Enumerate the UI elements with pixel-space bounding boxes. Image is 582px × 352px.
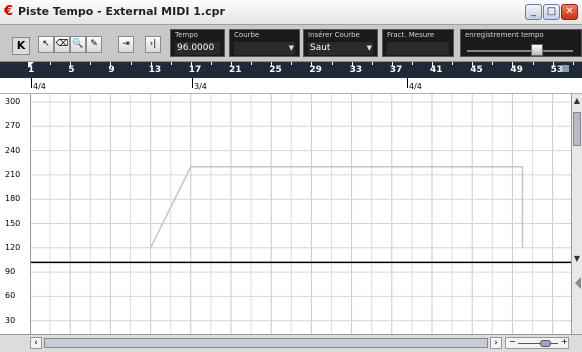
scroll-right-icon[interactable]: › <box>490 337 502 349</box>
tempo-label: Tempo <box>175 31 198 39</box>
inserer-courbe-value: Saut <box>308 42 373 55</box>
tempo-axis-label: 300 <box>5 97 21 106</box>
time-signature[interactable]: 3/4 <box>194 82 207 91</box>
tempo-field[interactable]: Tempo 96.0000 <box>170 29 225 57</box>
courbe-label: Courbe <box>234 31 260 39</box>
fract-mesure-label: Fract. Mesure <box>387 31 435 39</box>
vertical-scroll-thumb[interactable] <box>573 112 581 146</box>
ruler-bar-label: 33 <box>349 65 363 75</box>
ruler-bar-label: 53 <box>550 65 564 75</box>
tempo-curve[interactable] <box>149 166 524 249</box>
tempo-graph-canvas[interactable] <box>31 94 571 334</box>
ruler-minor-tick <box>170 62 172 65</box>
ruler-bar-label: 13 <box>148 65 162 75</box>
scroll-left-icon[interactable]: ‹ <box>30 337 42 349</box>
tempo-axis-label: 180 <box>5 194 21 204</box>
ruler-minor-tick <box>371 62 373 65</box>
ruler-bar-label: 21 <box>229 65 242 75</box>
zoom-out-icon[interactable]: − <box>509 337 516 346</box>
chevron-down-icon: ▼ <box>366 44 372 52</box>
ruler-minor-tick <box>50 62 52 65</box>
time-signature[interactable]: 4/4 <box>409 82 422 91</box>
ruler-minor-tick <box>251 62 253 65</box>
fract-mesure-field[interactable]: Fract. Mesure <box>382 29 454 57</box>
tempo-axis-label: 240 <box>5 145 21 155</box>
title-bar: € Piste Tempo - External MIDI 1.cpr _ □ … <box>0 0 582 25</box>
ruler-bar-label: 29 <box>309 65 322 75</box>
ruler-bar-label: 49 <box>510 65 523 75</box>
pointer-tool-icon[interactable]: ↖ <box>38 36 54 53</box>
vertical-scrollbar[interactable]: ▲ ▼ <box>571 94 582 334</box>
ruler-minor-tick <box>492 62 494 65</box>
tempo-axis-label: 120 <box>5 242 21 252</box>
zoom-thumb[interactable] <box>540 340 551 347</box>
eraser-tool-icon[interactable]: ⌫ <box>54 36 70 53</box>
tempo-axis-label: 150 <box>5 218 21 228</box>
ruler-minor-tick <box>331 62 333 65</box>
ruler-bar-label: 25 <box>269 65 282 75</box>
ruler-bar-label: 37 <box>389 65 403 75</box>
tempo-track-window: € Piste Tempo - External MIDI 1.cpr _ □ … <box>0 0 582 352</box>
ruler-minor-tick <box>452 62 454 65</box>
signature-marker[interactable] <box>192 78 193 88</box>
horizontal-scrollbar[interactable]: ‹ › − + <box>0 334 582 352</box>
autoscroll-icon[interactable]: ⇥ <box>118 36 134 53</box>
tempo-value[interactable]: 96.0000 <box>175 42 220 55</box>
scroll-up-icon[interactable]: ▲ <box>572 96 582 108</box>
courbe-value <box>234 42 295 55</box>
tempo-record-slider-track <box>467 50 573 52</box>
minimize-button[interactable]: _ <box>525 4 542 20</box>
pencil-tool-icon[interactable]: ✎ <box>86 36 102 53</box>
zoom-tool-icon[interactable]: 🔍 <box>70 36 86 53</box>
zoom-in-icon[interactable]: + <box>561 337 568 346</box>
signature-marker[interactable] <box>407 78 408 88</box>
ruler-minor-tick <box>532 62 534 65</box>
ruler-bar-label: 1 <box>28 65 35 75</box>
window-title: Piste Tempo - External MIDI 1.cpr <box>18 5 225 18</box>
ruler-bar-label: 9 <box>108 65 115 75</box>
inserer-courbe-label: Insérer Courbe <box>308 31 360 39</box>
enregistrement-tempo-panel: enregistrement tempo <box>460 29 582 57</box>
zoom-handle-icon[interactable] <box>575 277 581 289</box>
ruler-bar-label: 45 <box>470 65 483 75</box>
ruler-bar-label: 5 <box>68 65 75 75</box>
horizontal-scroll-thumb[interactable] <box>44 338 488 348</box>
tempo-track-activate-icon[interactable]: K <box>12 37 30 55</box>
snap-icon[interactable]: ›| <box>145 36 161 53</box>
inserer-courbe-select[interactable]: Insérer Courbe Saut ▼ <box>303 29 378 57</box>
fract-mesure-value[interactable] <box>387 42 449 55</box>
ruler-minor-tick <box>130 62 132 65</box>
zoom-track <box>518 343 558 344</box>
ruler-minor-tick <box>291 62 293 65</box>
courbe-select[interactable]: Courbe ▼ <box>229 29 300 57</box>
cubase-logo-icon: € <box>4 4 14 19</box>
ruler-bar-label: 41 <box>430 65 443 75</box>
ruler-minor-tick <box>572 62 574 65</box>
horizontal-zoom-slider[interactable]: − + <box>505 337 569 349</box>
tempo-axis: 300 270 240 210 180 150 120 90 60 30 <box>0 94 31 334</box>
chevron-down-icon: ▼ <box>288 44 294 52</box>
tempo-axis-label: 60 <box>5 291 16 301</box>
bar-ruler[interactable]: 159131721252933374145495357 <box>0 62 582 78</box>
tempo-axis-label: 210 <box>5 169 21 179</box>
scroll-down-icon[interactable]: ▼ <box>572 254 582 266</box>
tempo-graph[interactable] <box>31 94 571 334</box>
tempo-record-slider-handle[interactable] <box>531 44 543 56</box>
tempo-axis-label: 90 <box>5 267 16 277</box>
ruler-bar-label: 17 <box>188 65 202 75</box>
signature-marker[interactable] <box>31 78 32 88</box>
enregistrement-tempo-label: enregistrement tempo <box>465 31 544 39</box>
ruler-minor-tick <box>90 62 92 65</box>
tempo-axis-label: 30 <box>5 315 16 325</box>
ruler-minor-tick <box>411 62 413 65</box>
time-signature-row: 4/4 3/4 4/4 <box>0 78 582 94</box>
tempo-axis-label: 270 <box>5 121 21 131</box>
time-signature[interactable]: 4/4 <box>33 82 46 91</box>
ruler-minor-tick <box>210 62 212 65</box>
close-button[interactable]: ✕ <box>561 4 578 20</box>
maximize-button[interactable]: □ <box>543 4 560 20</box>
toolbar: K ↖ ⌫ 🔍 ✎ ⇥ ›| Tempo 96.0000 Courbe ▼ In… <box>0 25 582 62</box>
